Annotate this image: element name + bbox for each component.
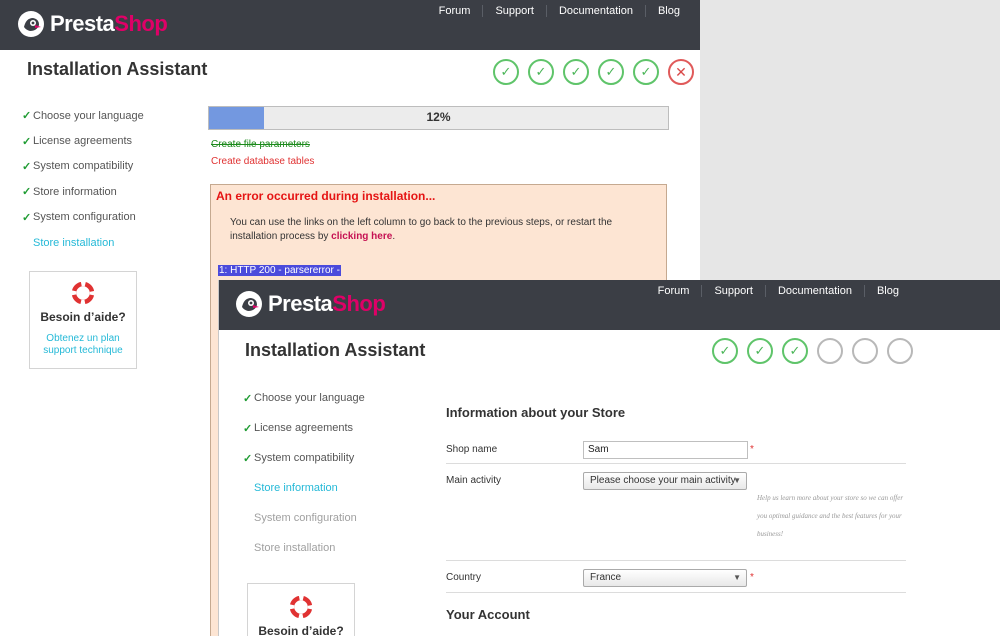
sidebar-item-store-info[interactable]: Store information [243,473,365,503]
step-3-check-icon: ✓ [563,59,589,85]
shop-name-label: Shop name [446,444,498,455]
check-icon: ✓ [243,392,253,405]
country-select[interactable]: France ▼ [583,569,747,587]
step-6-pending-icon [887,338,913,364]
nav-documentation[interactable]: Documentation [545,5,645,17]
logo-text-shop: Shop [332,291,386,316]
nav-support[interactable]: Support [701,285,765,297]
logo-text-presta: Presta [268,291,333,316]
nav-forum[interactable]: Forum [427,5,483,17]
logo-text-presta: Presta [50,11,115,36]
install-progress-bar: 12% [208,106,669,130]
country-label: Country [446,572,482,583]
divider [446,560,906,561]
nav-blog[interactable]: Blog [644,5,692,17]
sidebar-item-language[interactable]: ✓ Choose your language [243,383,365,413]
main-activity-label: Main activity [446,475,502,486]
check-icon: ✓ [243,422,253,435]
nav-forum[interactable]: Forum [646,285,702,297]
step-2-check-icon: ✓ [747,338,773,364]
top-nav: Forum Support Documentation Blog [427,5,692,17]
header-bar: PrestaShop Forum Support Documentation B… [219,280,1000,330]
error-detail: 1: HTTP 200 - parsererror - [218,265,341,276]
task-create-database-tables: Create database tables [211,156,315,167]
logo-text-shop: Shop [114,11,168,36]
progress-percent: 12% [426,110,451,124]
sidebar-item-compatibility[interactable]: ✓ System compatibility [22,154,144,179]
lifebuoy-icon [71,281,95,305]
step-indicator: ✓ ✓ ✓ [712,338,913,364]
prestashop-logo[interactable]: PrestaShop [236,291,386,317]
step-1-check-icon: ✓ [712,338,738,364]
nav-support[interactable]: Support [482,5,546,17]
top-nav: Forum Support Documentation Blog [646,285,911,297]
chevron-down-icon: ▼ [733,476,741,485]
error-message: You can use the links on the left column… [230,217,613,242]
check-icon: ✓ [22,110,32,123]
sidebar-item-installation[interactable]: Store installation [22,230,144,255]
help-support-link[interactable]: Obtenez un plan support technique [30,333,136,357]
sidebar-item-installation: Store installation [254,542,336,554]
page-title: Installation Assistant [245,340,426,360]
sidebar-steps: ✓ Choose your language ✓ License agreement… [22,103,144,255]
step-4-check-icon: ✓ [598,59,624,85]
check-icon: ✓ [22,160,32,173]
header-bar: PrestaShop Forum Support Documentation B… [0,0,700,50]
step-6-error-icon: ✕ [668,59,694,85]
step-5-pending-icon [852,338,878,364]
sidebar-item-store-info[interactable]: ✓ Store information [22,179,144,204]
puffin-logo-icon [18,11,44,37]
required-mark: * [750,444,754,455]
page-title: Installation Assistant [27,59,208,79]
puffin-logo-icon [236,291,262,317]
sidebar-item-license[interactable]: ✓ License agreements [22,128,144,153]
check-icon: ✓ [243,452,253,465]
restart-link[interactable]: clicking here [331,231,392,242]
check-icon: ✓ [22,211,32,224]
help-box: Besoin d’aide? [247,583,355,636]
divider [446,463,906,464]
main-activity-hint: Help us learn more about your store so w… [757,494,904,538]
sidebar-steps: ✓ Choose your language ✓ License agreement… [243,383,365,563]
help-title: Besoin d’aide? [40,310,126,324]
help-title: Besoin d’aide? [258,624,344,636]
task-create-file-parameters: Create file parameters [211,139,310,150]
help-box: Besoin d’aide? Obtenez un plan support t… [29,271,137,369]
nav-documentation[interactable]: Documentation [764,285,864,297]
store-info-heading: Information about your Store [446,405,626,420]
shop-name-input[interactable]: Sam [583,441,748,459]
divider [446,592,906,593]
step-1-check-icon: ✓ [493,59,519,85]
chevron-down-icon: ▼ [733,573,741,582]
sidebar-item-configuration[interactable]: ✓ System configuration [22,205,144,230]
error-title: An error occurred during installation... [216,189,436,203]
check-icon: ✓ [22,186,32,199]
nav-blog[interactable]: Blog [863,285,911,297]
sidebar-item-compatibility[interactable]: ✓ System compatibility [243,443,365,473]
installer-window-store-info: PrestaShop Forum Support Documentation B… [218,280,1000,636]
step-4-pending-icon [817,338,843,364]
sidebar-item-configuration: System configuration [254,512,357,524]
prestashop-logo[interactable]: PrestaShop [18,11,168,37]
step-indicator: ✓ ✓ ✓ ✓ ✓ ✕ [493,59,694,85]
check-icon: ✓ [22,135,32,148]
step-2-check-icon: ✓ [528,59,554,85]
main-activity-select[interactable]: Please choose your main activity ▼ [583,472,747,490]
sidebar-item-license[interactable]: ✓ License agreements [243,413,365,443]
required-mark: * [750,572,754,583]
step-5-check-icon: ✓ [633,59,659,85]
account-heading: Your Account [446,607,530,622]
step-3-check-icon: ✓ [782,338,808,364]
lifebuoy-icon [289,595,313,619]
sidebar-item-language[interactable]: ✓ Choose your language [22,103,144,128]
